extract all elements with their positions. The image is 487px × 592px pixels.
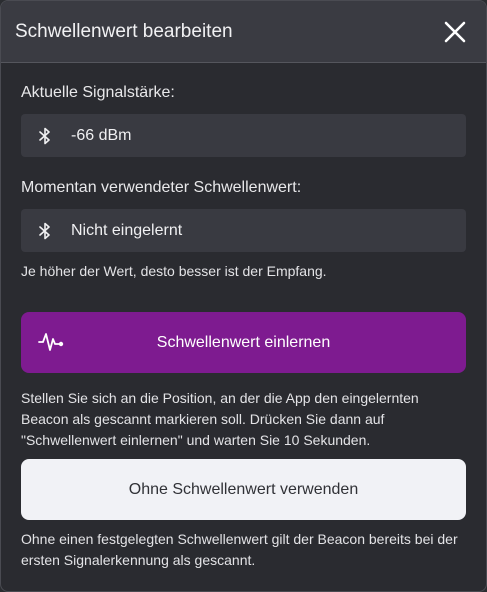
current-signal-field: -66 dBm <box>21 114 466 157</box>
no-threshold-hint: Ohne einen festgelegten Schwellenwert gi… <box>21 531 458 568</box>
learn-threshold-label: Schwellenwert einlernen <box>156 333 331 351</box>
current-signal-label: Aktuelle Signalstärke: <box>21 84 175 101</box>
close-button[interactable] <box>437 14 473 50</box>
threshold-value: Nicht eingelernt <box>71 221 183 239</box>
close-icon <box>444 21 466 42</box>
bluetooth-icon <box>39 221 53 241</box>
learn-hint: Stellen Sie sich an die Position, an der… <box>21 390 419 448</box>
threshold-hint: Je höher der Wert, desto besser ist der … <box>21 263 327 279</box>
dialog-content: Aktuelle Signalstärke: -66 dBm Momentan … <box>1 84 486 571</box>
pulse-icon <box>38 333 64 351</box>
dialog-header: Schwellenwert bearbeiten <box>1 1 486 63</box>
dialog-title: Schwellenwert bearbeiten <box>15 20 233 42</box>
threshold-field: Nicht eingelernt <box>21 209 466 252</box>
threshold-dialog: Schwellenwert bearbeiten Aktuelle Signal… <box>0 0 487 592</box>
learn-threshold-button[interactable]: Schwellenwert einlernen <box>21 312 466 373</box>
threshold-label: Momentan verwendeter Schwellenwert: <box>21 179 302 196</box>
bluetooth-icon <box>39 126 53 146</box>
no-threshold-label: Ohne Schwellenwert verwenden <box>128 480 359 498</box>
current-signal-value: -66 dBm <box>71 126 132 144</box>
no-threshold-button[interactable]: Ohne Schwellenwert verwenden <box>21 459 466 520</box>
